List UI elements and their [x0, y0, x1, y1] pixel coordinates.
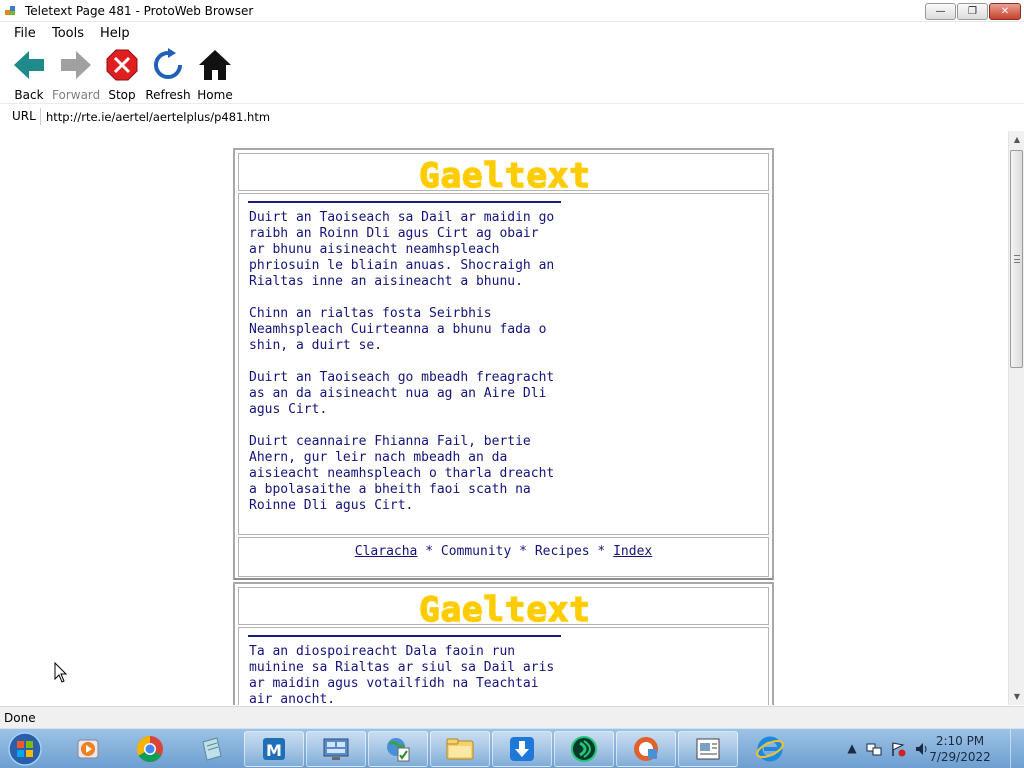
grip-icon [1014, 255, 1020, 263]
taskbar-doc-viewer[interactable] [678, 731, 738, 767]
system-tray: ▲ 2:10 PM 7/29/2022 [840, 729, 1024, 768]
url-input[interactable] [46, 107, 1006, 125]
gaeltext-logo: Gaeltext [418, 159, 591, 192]
close-button[interactable]: ✕ [989, 3, 1021, 20]
svg-text:Gaeltext: Gaeltext [419, 159, 591, 192]
taskbar-downloader[interactable] [492, 731, 552, 767]
back-button[interactable]: Back [10, 48, 48, 102]
maximize-button[interactable]: ❐ [957, 3, 988, 20]
protoweb-icon: M [263, 738, 285, 760]
teletext-header: Gaeltext [238, 153, 769, 192]
link-claracha[interactable]: Claracha [355, 544, 418, 559]
nav-recipes: Recipes [534, 544, 590, 559]
clock-time: 2:10 PM [935, 734, 985, 748]
address-bar: URL [0, 103, 1024, 128]
url-label: URL [12, 109, 36, 123]
article-text: Ta an diospoireacht Dala faoin run muini… [249, 644, 555, 705]
menu-bar: File Tools Help [0, 22, 1024, 44]
taskbar-protoweb[interactable]: M [244, 731, 304, 767]
media-player-icon [77, 739, 99, 759]
show-desktop-button[interactable] [1010, 729, 1024, 768]
vertical-scrollbar[interactable]: ▲ ▼ [1008, 131, 1024, 705]
globe-document-icon [387, 738, 410, 762]
back-label: Back [14, 88, 44, 102]
mouse-pointer-icon [54, 662, 68, 683]
toolbar: Back Forward Stop Refresh Home [0, 44, 1024, 102]
link-index[interactable]: Index [613, 544, 652, 559]
internet-explorer-icon [756, 736, 784, 762]
back-arrow-icon [14, 51, 44, 79]
clock[interactable]: 2:10 PM 7/29/2022 [920, 733, 1000, 765]
home-icon [199, 50, 231, 80]
nav-separator: * [511, 544, 535, 559]
chrome-icon [136, 735, 163, 763]
window-title: Teletext Page 481 - ProtoWeb Browser [25, 4, 254, 18]
action-center-flag-icon[interactable] [890, 741, 906, 757]
scroll-up-icon[interactable]: ▲ [1009, 131, 1024, 148]
url-separator [40, 108, 41, 125]
article-divider [248, 201, 561, 203]
forward-label: Forward [52, 88, 101, 102]
status-bar: Done [0, 706, 1024, 728]
menu-help[interactable]: Help [100, 26, 130, 41]
taskbar-media-player[interactable] [58, 731, 118, 767]
article-body: Duirt an Taoiseach sa Dail ar maidin go … [238, 193, 769, 535]
scroll-thumb[interactable] [1010, 150, 1023, 368]
taskbar-app-tool[interactable] [616, 731, 676, 767]
network-icon[interactable] [866, 741, 882, 757]
menu-tools[interactable]: Tools [52, 26, 84, 41]
folder-icon [446, 738, 474, 760]
home-label: Home [197, 88, 233, 102]
refresh-icon [154, 48, 182, 79]
app-icon [5, 6, 15, 15]
article-body: Ta an diospoireacht Dala faoin run muini… [238, 627, 769, 705]
minimize-button[interactable]: — [925, 3, 956, 20]
stop-label: Stop [108, 88, 136, 102]
menu-file[interactable]: File [14, 26, 36, 41]
page-viewport: Gaeltext Duirt an Taoiseach sa Dail ar m… [0, 131, 1008, 705]
stop-button[interactable]: Stop [104, 48, 140, 102]
taskbar: M ▲ 2:10 PM 7/29/2022 [0, 728, 1024, 768]
taskbar-doc-checker[interactable] [368, 731, 428, 767]
taskbar-control-panel[interactable] [306, 731, 366, 767]
refresh-button[interactable]: Refresh [145, 48, 191, 102]
clock-date: 7/29/2022 [929, 750, 991, 764]
article-divider [248, 635, 561, 637]
status-text: Done [4, 711, 36, 725]
download-icon [510, 737, 534, 761]
document-viewer-icon [696, 738, 720, 760]
gaeltext-logo: Gaeltext [418, 593, 591, 626]
home-button[interactable]: Home [195, 48, 235, 102]
forward-arrow-icon [61, 51, 91, 79]
teletext-page-2: Gaeltext Ta an diospoireacht Dala faoin … [233, 582, 774, 705]
stop-sign-icon [106, 49, 138, 81]
svg-text:M: M [266, 741, 282, 760]
notepad-icon [202, 737, 222, 761]
nav-community: Community [440, 544, 512, 559]
teletext-page-1: Gaeltext Duirt an Taoiseach sa Dail ar m… [233, 148, 774, 580]
taskbar-notepad[interactable] [182, 731, 242, 767]
taskbar-explorer[interactable] [430, 731, 490, 767]
scroll-down-icon[interactable]: ▼ [1009, 688, 1024, 705]
svg-text:Gaeltext: Gaeltext [419, 593, 591, 626]
refresh-label: Refresh [145, 88, 191, 102]
start-button[interactable] [6, 731, 44, 767]
taskbar-chrome[interactable] [120, 731, 180, 767]
nav-separator: * [417, 544, 441, 559]
title-bar: Teletext Page 481 - ProtoWeb Browser — ❐… [0, 0, 1024, 22]
app-tool-icon [634, 737, 658, 761]
taskbar-internet-explorer[interactable] [740, 731, 800, 767]
taskbar-media-app[interactable] [554, 731, 614, 767]
forward-button[interactable]: Forward [52, 48, 100, 102]
show-hidden-icons-icon[interactable]: ▲ [844, 741, 860, 757]
article-text: Duirt an Taoiseach sa Dail ar maidin go … [249, 210, 555, 513]
teletext-header: Gaeltext [238, 587, 769, 626]
nav-separator: * [589, 544, 614, 559]
control-panel-icon [323, 738, 349, 760]
media-app-icon [571, 736, 597, 762]
teletext-nav: Claracha * Community * Recipes * Index [238, 537, 769, 577]
